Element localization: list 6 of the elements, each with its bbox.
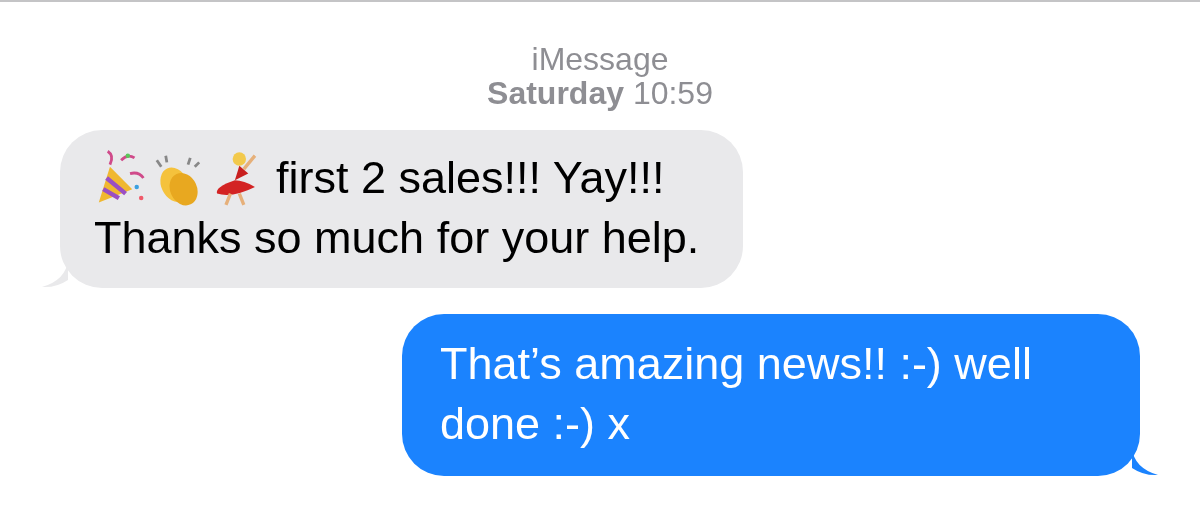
service-label: iMessage: [531, 42, 669, 76]
message-line: done :-) x: [440, 397, 631, 451]
message-line: first 2 sales!!! Yay!!!: [276, 151, 665, 205]
message-line: That’s amazing news!! :-) well: [440, 337, 1032, 391]
timestamp: Saturday 10:59: [487, 76, 713, 110]
message-line: Thanks so much for your help.: [94, 211, 700, 265]
